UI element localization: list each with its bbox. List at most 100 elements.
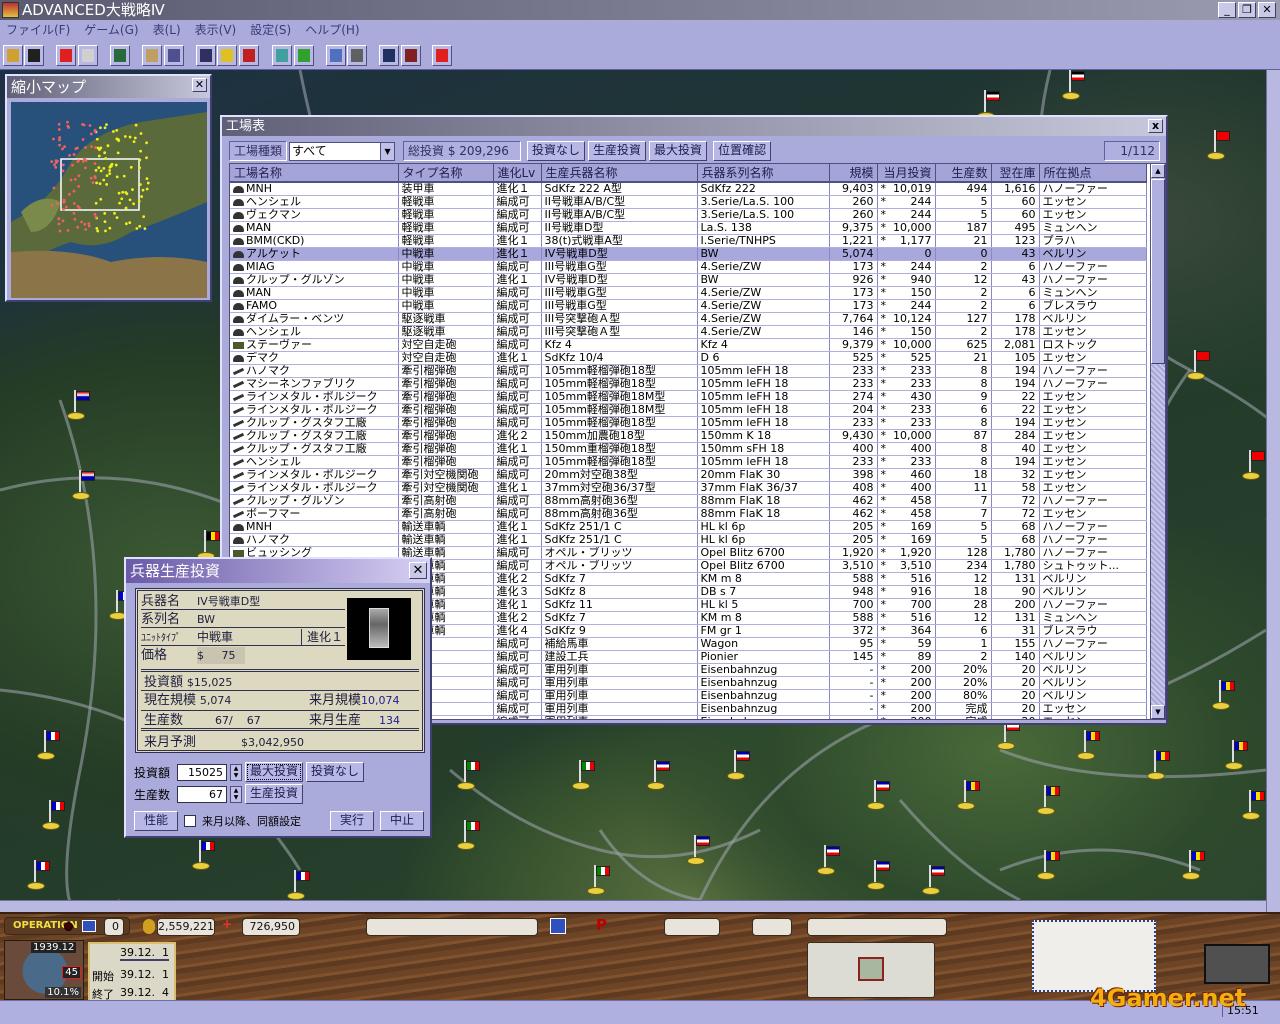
city-flag-marker[interactable] [1147, 750, 1172, 782]
city-flag-marker[interactable] [1182, 850, 1207, 882]
map-button[interactable] [110, 45, 130, 66]
table-row[interactable]: デマク 対空自走砲 進化１ SdKfz 10/4 D 6 525 * 525 21 105 エッセン [230, 351, 1147, 365]
dialog-no-invest-button[interactable]: 投資なし [306, 762, 365, 782]
table-row[interactable]: マシーネンファブリク 牽引榴弾砲 編成可 105mm軽榴弾砲18型 105mm leFH… [230, 377, 1147, 391]
flag-button[interactable] [326, 45, 346, 66]
city-flag-marker[interactable] [67, 390, 92, 422]
table-row[interactable]: クルップ・グスタフ工廠 牽引榴弾砲 進化１ 150mm重榴弾砲18型 150mm sFH… [230, 442, 1147, 456]
next-arrow-button[interactable] [56, 45, 76, 66]
dialog-max-invest-button[interactable]: 最大投資 [245, 762, 304, 782]
table-row[interactable]: ラインメタル・ボルジーク 牽引榴弾砲 編成可 105mm軽榴弾砲18M型 105mm l… [230, 390, 1147, 404]
factory-close-button[interactable]: x [1148, 119, 1163, 133]
restore-button[interactable]: ❐ [1238, 2, 1256, 18]
factory-type-select[interactable]: すべて ▼ [289, 141, 396, 161]
column-header[interactable]: 規模 [829, 164, 878, 183]
city-flag-marker[interactable] [817, 845, 842, 877]
minimap-canvas[interactable] [11, 102, 207, 298]
city-flag-marker[interactable] [922, 865, 947, 897]
no-invest-button[interactable]: 投資なし [527, 141, 586, 161]
tag-button[interactable] [142, 45, 162, 66]
column-header[interactable]: 兵器系列名称 [697, 164, 830, 183]
menu-game[interactable]: ゲーム(G) [84, 20, 138, 41]
unit-button[interactable] [78, 45, 98, 66]
execute-button[interactable]: 実行 [330, 811, 374, 831]
city-flag-marker[interactable] [867, 780, 892, 812]
city-flag-marker[interactable] [1242, 790, 1266, 822]
cards-icon[interactable] [550, 918, 566, 934]
menu-help[interactable]: ヘルプ(H) [305, 20, 359, 41]
city-flag-marker[interactable] [1187, 350, 1212, 382]
scroll-up-arrow-icon[interactable]: ▲ [1151, 164, 1165, 178]
column-header[interactable]: 当月投資 [877, 164, 936, 183]
table-scrollbar[interactable]: ▲ ▼ [1150, 163, 1166, 720]
city-flag-marker[interactable] [1037, 785, 1062, 817]
table-row[interactable]: MAN 中戦車 編成可 III号戦車G型 4.Serie/ZW 173 * 150 2 6 ミュンヘ… [230, 286, 1147, 300]
table-row[interactable]: MAN 軽戦車 編成可 II号戦車D型 La.S. 138 9,375 * 10,000 187… [230, 221, 1147, 235]
city-flag-marker[interactable] [647, 760, 672, 792]
grid-button[interactable] [294, 45, 314, 66]
table-row[interactable]: ボーフマー 牽引高射砲 編成可 88mm高射砲36型 88mm FlaK 18 462 * 4… [230, 507, 1147, 521]
column-header[interactable]: 生産兵器名称 [541, 164, 698, 183]
column-header[interactable]: 工場名称 [230, 164, 399, 183]
same-next-month-checkbox[interactable] [184, 815, 196, 827]
measure-button[interactable] [217, 45, 237, 66]
scroll-down-arrow-icon[interactable]: ▼ [1151, 705, 1165, 719]
table-row[interactable]: ハノマク 輸送車輌 進化１ SdKfz 251/1 C HL kl 6p 205 * 169 5… [230, 533, 1147, 547]
invest-amount-input[interactable]: 15025 [177, 763, 227, 781]
table-row[interactable]: ヘンシェル 牽引榴弾砲 編成可 105mm軽榴弾砲18型 105mm leFH 18 23… [230, 455, 1147, 469]
p-flag-icon[interactable]: P [596, 916, 607, 934]
city-flag-marker[interactable] [42, 800, 67, 832]
locate-button[interactable]: 位置確認 [713, 141, 772, 161]
invest-spinner[interactable]: ▲ ▼ [230, 763, 242, 781]
city-flag-marker[interactable] [457, 820, 482, 852]
scroll-thumb[interactable] [1151, 179, 1165, 364]
table-row[interactable]: ダイムラー・ベンツ 駆逐戦車 編成可 III号突撃砲Ａ型 4.Serie/ZW 7,764… [230, 312, 1147, 326]
table-row[interactable]: クルップ・グルゾン 中戦車 進化１ IV号戦車D型 BW 926 * 940 12 43 ハノーファ… [230, 273, 1147, 287]
city-flag-marker[interactable] [457, 760, 482, 792]
map-vertical-scrollbar[interactable] [1266, 70, 1280, 912]
new-commander-button[interactable] [379, 45, 399, 66]
table-row[interactable]: ラインメタル・ボルジーク 牽引榴弾砲 編成可 105mm軽榴弾砲18M型 105mm l… [230, 403, 1147, 417]
table-row[interactable]: アルケット 中戦車 進化１ IV号戦車D型 BW 5,074 0 0 43 ベルリン [230, 247, 1147, 261]
menu-view[interactable]: 表示(V) [195, 20, 237, 41]
city-flag-marker[interactable] [957, 780, 982, 812]
table-row[interactable]: ハノマク 牽引榴弾砲 編成可 105mm軽榴弾砲18型 105mm leFH 18 233… [230, 364, 1147, 378]
city-flag-marker[interactable] [37, 730, 62, 762]
city-flag-marker[interactable] [727, 750, 752, 782]
city-flag-marker[interactable] [192, 840, 217, 872]
column-header[interactable]: 所在拠点 [1039, 164, 1147, 183]
city-flag-marker[interactable] [72, 470, 97, 502]
city-flag-marker[interactable] [27, 860, 52, 892]
city-flag-marker[interactable] [572, 760, 597, 792]
menu-tables[interactable]: 表(L) [153, 20, 181, 41]
menu-settings[interactable]: 設定(S) [250, 20, 291, 41]
column-header[interactable]: 進化Lv [493, 164, 542, 183]
city-flag-marker[interactable] [1037, 850, 1062, 882]
table-row[interactable]: ラインメタル・ボルジーク 牽引対空機関砲 編成可 20mm対空砲38型 20mm Fla… [230, 468, 1147, 482]
city-flag-marker[interactable] [1212, 680, 1237, 712]
table-row[interactable]: MNH 輸送車輌 進化１ SdKfz 251/1 C HL kl 6p 205 * 169 5 6… [230, 520, 1147, 534]
cancel-button[interactable]: 中止 [380, 811, 424, 831]
max-invest-button[interactable]: 最大投資 [649, 141, 708, 161]
table-row[interactable]: ヘンシェル 軽戦車 編成可 II号戦車A/B/C型 3.Serie/La.S. 100 2… [230, 195, 1147, 209]
city-flag-marker[interactable] [587, 865, 612, 897]
city-flag-marker[interactable] [1207, 130, 1232, 162]
table-row[interactable]: ステーヴァー 対空自走砲 編成可 Kfz 4 Kfz 4 9,379 * 10,000 625 2… [230, 338, 1147, 352]
close-button[interactable]: ✕ [1258, 2, 1276, 18]
city-flag-marker[interactable] [1062, 70, 1087, 102]
table-row[interactable]: ヘンシェル 駆逐戦車 編成可 III号突撃砲Ａ型 4.Serie/ZW 146 * 150 2 1… [230, 325, 1147, 339]
direction-pad[interactable] [807, 942, 935, 998]
dialog-production-invest-button[interactable]: 生産投資 [245, 784, 304, 804]
column-header[interactable]: 翌在庫 [991, 164, 1040, 183]
production-count-input[interactable]: 67 [177, 785, 227, 803]
exchange-button[interactable] [239, 45, 259, 66]
chevron-down-icon[interactable]: ▼ [380, 142, 395, 160]
minimize-button[interactable]: _ [1218, 2, 1236, 18]
city-flag-marker[interactable] [867, 860, 892, 892]
save-button[interactable] [24, 45, 44, 66]
table-row[interactable]: クルップ・グルゾン 牽引高射砲 編成可 88mm高射砲36型 88mm FlaK 18 4… [230, 494, 1147, 508]
table-button[interactable] [272, 45, 292, 66]
table-row[interactable]: ヴェクマン 軽戦車 編成可 II号戦車A/B/C型 3.Serie/La.S. 100 2… [230, 208, 1147, 222]
factory-button[interactable] [196, 45, 216, 66]
table-row[interactable]: ラインメタル・ボルジーク 牽引対空機関砲 進化１ 37mm対空砲36/37型 37mm … [230, 481, 1147, 495]
